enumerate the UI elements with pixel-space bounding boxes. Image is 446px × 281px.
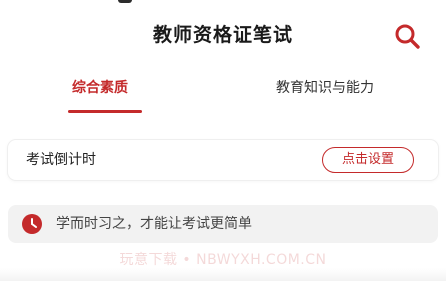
motivation-banner: 学而时习之，才能让考试更简单 xyxy=(8,205,438,243)
top-app-bar: 教师资格证笔试 xyxy=(0,0,446,62)
countdown-label: 考试倒计时 xyxy=(26,152,96,168)
active-tab-indicator xyxy=(68,110,142,113)
tab-comprehensive-quality[interactable]: 综合素质 xyxy=(72,78,128,98)
app-screen: 教师资格证笔试 综合素质 教育知识与能力 考试倒计时 点击设置 学而时习之，才能… xyxy=(0,0,446,281)
search-button[interactable] xyxy=(392,22,422,50)
page-title: 教师资格证笔试 xyxy=(152,24,293,46)
exam-countdown-card: 考试倒计时 点击设置 xyxy=(8,140,438,180)
search-icon xyxy=(395,24,420,49)
watermark: 玩意下载 • NBWYXH.COM.CN xyxy=(119,252,327,268)
set-countdown-button[interactable]: 点击设置 xyxy=(322,147,414,173)
clock-icon xyxy=(22,214,42,234)
status-bar-fragment xyxy=(118,0,132,3)
bottom-edge xyxy=(0,268,446,281)
subject-tabs: 综合素质 教育知识与能力 xyxy=(0,66,446,116)
tab-education-knowledge-ability[interactable]: 教育知识与能力 xyxy=(276,78,374,98)
motivation-text: 学而时习之，才能让考试更简单 xyxy=(56,216,252,232)
